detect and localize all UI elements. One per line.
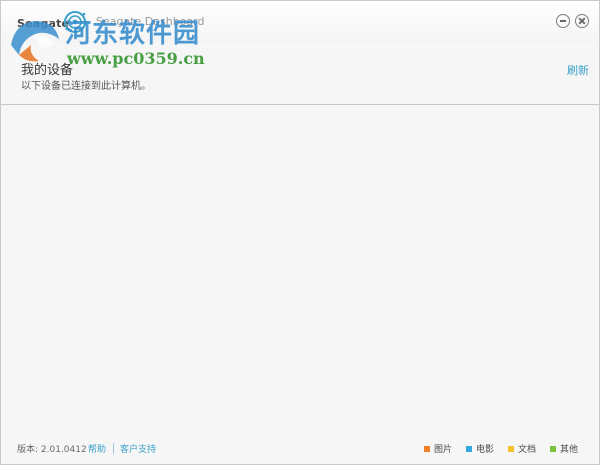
app-name: Seagate Dashboard <box>96 15 205 28</box>
legend-label-movies: 电影 <box>476 445 495 455</box>
legend-label-photos: 图片 <box>434 445 453 455</box>
title-bar[interactable]: Seagate Seagate Dashboard 河东软件园 www.pc03… <box>1 1 599 68</box>
app-window: Seagate Seagate Dashboard 河东软件园 www.pc03… <box>0 0 600 465</box>
section-subtitle: 以下设备已连接到此计算机。 <box>21 81 151 92</box>
version-label: 版本: 2.01.0412 <box>17 445 87 455</box>
close-button[interactable] <box>575 14 589 28</box>
legend-label-other: 其他 <box>560 445 579 455</box>
support-link[interactable]: 客户支持 <box>120 442 156 455</box>
minimize-button[interactable] <box>556 14 570 28</box>
legend-swatch-movies <box>466 446 472 452</box>
help-link[interactable]: 帮助 <box>88 442 106 455</box>
link-separator <box>113 443 114 454</box>
watermark-url: www.pc0359.cn <box>67 49 205 68</box>
legend-swatch-documents <box>508 446 514 452</box>
legend-label-documents: 文档 <box>518 445 537 455</box>
refresh-link[interactable]: 刷新 <box>567 62 589 78</box>
seagate-brand: Seagate <box>17 17 70 30</box>
legend-swatch-other <box>550 446 556 452</box>
section-title: 我的设备 <box>21 63 74 78</box>
footer: 版本: 2.01.0412 帮助 客户支持 图片 电影 文档 其他 <box>1 436 599 464</box>
device-list-area <box>1 105 599 436</box>
seagate-logo-icon <box>64 11 86 33</box>
legend-swatch-photos <box>424 446 430 452</box>
